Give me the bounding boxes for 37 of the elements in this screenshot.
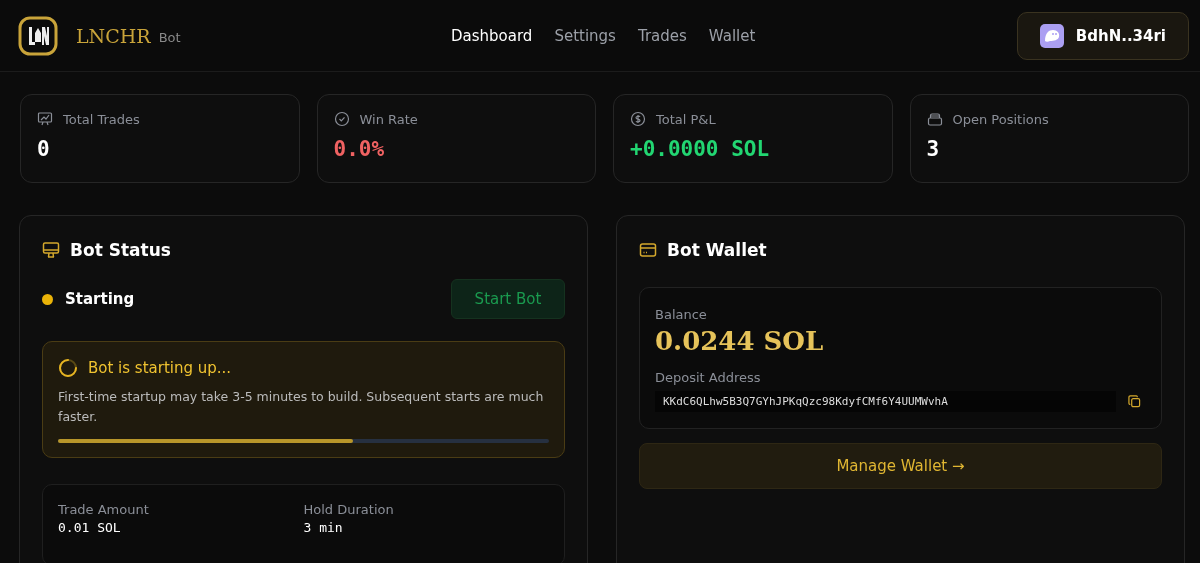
logo-icon	[18, 15, 58, 56]
status-text: Starting	[65, 290, 135, 308]
spinner-icon	[58, 358, 78, 378]
nav-link[interactable]: Wallet	[708, 26, 756, 45]
config-value: 3 min	[303, 520, 344, 535]
stat-label: Total P&L	[656, 111, 716, 127]
stat-value: 0	[37, 137, 51, 161]
stat-label: Open Positions	[952, 111, 1049, 127]
stat-label: Total Trades	[63, 111, 140, 127]
notice-text: First-time startup may take 3-5 minutes to build. Subsequent starts are much faster.	[58, 388, 545, 426]
chart-icon	[37, 111, 53, 127]
nav-link[interactable]: Dashboard	[451, 26, 533, 45]
manage-wallet-button[interactable]: Manage Wallet →	[639, 443, 1162, 489]
nav-link[interactable]: Trades	[637, 26, 687, 45]
dollar-icon	[630, 111, 646, 127]
copy-icon[interactable]	[1128, 395, 1141, 408]
stat-value: 3	[926, 137, 941, 161]
balance-value: 0.0244 SOL	[655, 326, 825, 356]
notice-title: Bot is starting up...	[88, 359, 232, 377]
stat-value: 0.0%	[333, 137, 386, 161]
check-circle-icon	[333, 111, 350, 127]
config-value: 0.01 SOL	[58, 520, 122, 535]
wallet-button[interactable]: BdhN..34ri	[1016, 11, 1189, 60]
stat-label: Win Rate	[359, 111, 418, 127]
stat-value: +0.0000 SOL	[630, 137, 771, 161]
brand-name: LNCHR	[76, 24, 151, 47]
panel-title: Bot Status	[70, 240, 171, 260]
panel-title: Bot Wallet	[667, 240, 767, 260]
address-label: Deposit Address	[655, 370, 762, 385]
config-label: Trade Amount	[58, 502, 150, 517]
monitor-icon	[42, 241, 60, 259]
deposit-address: KKdC6QLhw5B3Q7GYhJPKqQzc98KdyfCMf6Y4UUMWvhA	[655, 391, 1116, 412]
config-label: Hold Duration	[303, 502, 395, 517]
brand-tag: Bot	[158, 30, 181, 45]
nav-link[interactable]: Settings	[554, 26, 616, 45]
balance-label: Balance	[655, 307, 708, 322]
card-icon	[639, 241, 657, 259]
